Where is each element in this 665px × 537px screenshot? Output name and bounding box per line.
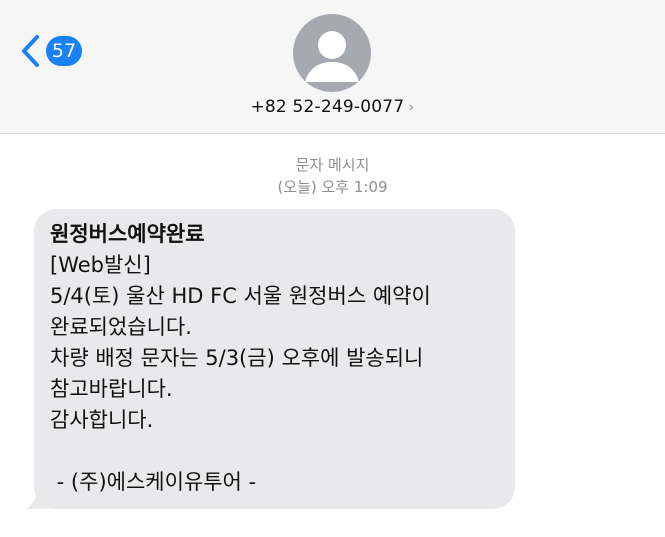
message-line: [Web발신] [50, 253, 151, 277]
message-line: 감사합니다. [50, 408, 154, 432]
service-label: 문자 메시지 [295, 156, 370, 174]
conversation-header: 57 +82 52-249-0077 › [0, 0, 665, 134]
person-icon [305, 31, 359, 82]
message-line: 참고바랍니다. [50, 377, 173, 401]
message-line: 완료되었습니다. [50, 315, 192, 339]
contact-avatar[interactable] [293, 14, 371, 92]
back-button[interactable]: 57 [20, 31, 82, 71]
message-line: 5/4(토) 울산 HD FC 서울 원정버스 예약이 [50, 284, 431, 308]
message-timestamp: (오늘) 오후 1:09 [277, 178, 388, 196]
unread-count-badge: 57 [46, 36, 82, 66]
contact-name-button[interactable]: +82 52-249-0077 › [0, 97, 665, 117]
message-line: 차량 배정 문자는 5/3(금) 오후에 발송되니 [50, 346, 424, 370]
message-bubble[interactable]: 원정버스예약완료 [Web발신] 5/4(토) 울산 HD FC 서울 원정버스… [34, 209, 515, 509]
chevron-left-icon [22, 35, 39, 67]
message-signature: - (주)에스케이유투어 - [50, 470, 257, 494]
message-title: 원정버스예약완료 [50, 222, 205, 246]
chevron-right-icon: › [408, 98, 415, 116]
contact-phone: +82 52-249-0077 [250, 97, 405, 117]
